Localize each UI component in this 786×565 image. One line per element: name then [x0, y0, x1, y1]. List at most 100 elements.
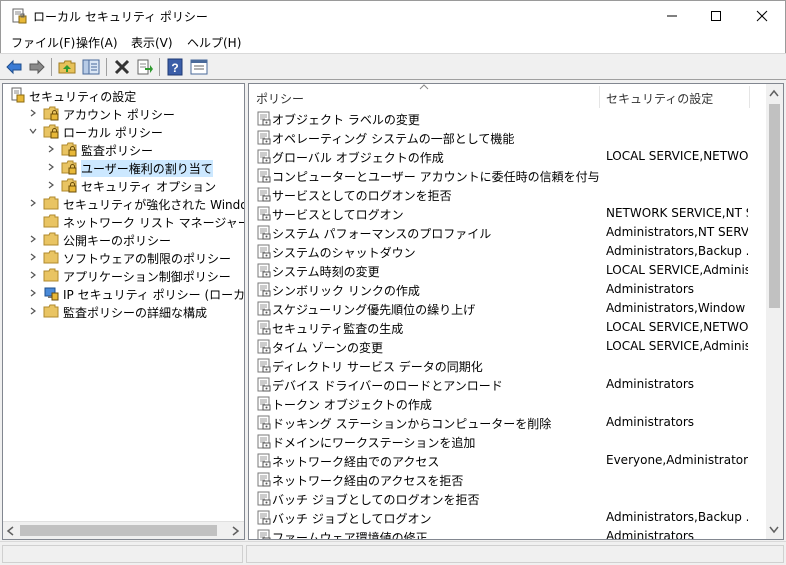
vertical-scrollbar[interactable]: [766, 84, 783, 539]
export-list-icon[interactable]: [136, 58, 154, 76]
table-row[interactable]: オブジェクト ラベルの変更: [249, 109, 767, 128]
table-row[interactable]: ドメインにワークステーションを追加: [249, 432, 767, 451]
policy-setting-icon: [257, 111, 271, 126]
scroll-right-icon[interactable]: [230, 526, 240, 536]
menu-help[interactable]: ヘルプ(H): [187, 34, 241, 51]
vertical-scroll-thumb[interactable]: [769, 104, 780, 308]
tree-item[interactable]: アプリケーション制御ポリシー: [3, 266, 244, 284]
show-hide-tree-icon[interactable]: [82, 58, 100, 76]
table-row[interactable]: セキュリティ監査の生成 LOCAL SERVICE,NETWO...: [249, 318, 767, 337]
policy-name: オブジェクト ラベルの変更: [272, 113, 420, 127]
properties-icon[interactable]: [190, 58, 208, 76]
close-button[interactable]: [739, 1, 785, 31]
tree-item[interactable]: 公開キーのポリシー: [3, 230, 244, 248]
delete-icon[interactable]: [113, 58, 131, 76]
chevron-right-icon[interactable]: [29, 253, 37, 261]
table-row[interactable]: グローバル オブジェクトの作成 LOCAL SERVICE,NETWO...: [249, 147, 767, 166]
policy-security-setting: LOCAL SERVICE,NETWO...: [606, 149, 748, 163]
policy-name: ドッキング ステーションからコンピューターを削除: [272, 417, 552, 431]
table-row[interactable]: システムのシャットダウン Administrators,Backup ...: [249, 242, 767, 261]
scroll-down-icon[interactable]: [769, 524, 779, 534]
table-row[interactable]: システム パフォーマンスのプロファイル Administrators,NT SER…: [249, 223, 767, 242]
back-arrow-icon[interactable]: [5, 58, 23, 76]
menu-view[interactable]: 表示(V): [131, 34, 173, 51]
horizontal-scroll-thumb[interactable]: [20, 525, 217, 536]
policy-name: サービスとしてログオン: [272, 208, 404, 222]
table-row[interactable]: ネットワーク経由のアクセスを拒否: [249, 470, 767, 489]
folder-lock-icon: [43, 124, 59, 139]
tree-item[interactable]: IP セキュリティ ポリシー (ローカル コンピューター): [3, 284, 244, 302]
menu-bar: ファイル(F) 操作(A) 表示(V) ヘルプ(H): [0, 31, 786, 53]
chevron-right-icon[interactable]: [29, 271, 37, 279]
table-row[interactable]: トークン オブジェクトの作成: [249, 394, 767, 413]
maximize-button[interactable]: [693, 1, 739, 31]
table-row[interactable]: デバイス ドライバーのロードとアンロード Administrators: [249, 375, 767, 394]
table-row[interactable]: タイム ゾーンの変更 LOCAL SERVICE,Adminis...: [249, 337, 767, 356]
policy-name: タイム ゾーンの変更: [272, 341, 383, 355]
table-row[interactable]: ファームウェア環境値の修正 Administrators: [249, 527, 767, 539]
horizontal-scrollbar[interactable]: [3, 521, 244, 539]
tree-item[interactable]: セキュリティの設定: [3, 86, 244, 104]
minimize-button[interactable]: [649, 1, 695, 31]
help-icon[interactable]: ?: [166, 58, 184, 76]
forward-arrow-icon[interactable]: [28, 58, 46, 76]
policy-setting-icon: [257, 529, 271, 539]
tree-item[interactable]: セキュリティが強化された Windows Defender: [3, 194, 244, 212]
menu-action[interactable]: 操作(A): [76, 34, 118, 51]
folder-icon: [43, 196, 59, 210]
policy-security-setting: Administrators: [606, 282, 695, 296]
table-row[interactable]: サービスとしてログオン NETWORK SERVICE,NT S...: [249, 204, 767, 223]
table-row[interactable]: オペレーティング システムの一部として機能: [249, 128, 767, 147]
table-row[interactable]: ドッキング ステーションからコンピューターを削除 Administrators: [249, 413, 767, 432]
tree-item[interactable]: ローカル ポリシー: [3, 122, 244, 140]
table-row[interactable]: ディレクトリ サービス データの同期化: [249, 356, 767, 375]
chevron-right-icon[interactable]: [29, 235, 37, 243]
tree-item[interactable]: ソフトウェアの制限のポリシー: [3, 248, 244, 266]
folder-lock-icon: [61, 160, 77, 175]
policy-name: ネットワーク経由のアクセスを拒否: [272, 474, 464, 488]
sort-ascending-icon: [419, 84, 429, 90]
chevron-right-icon[interactable]: [47, 145, 55, 153]
scroll-left-icon[interactable]: [6, 526, 16, 536]
chevron-right-icon[interactable]: [29, 109, 37, 117]
menu-file[interactable]: ファイル(F): [11, 34, 75, 51]
policy-security-setting: LOCAL SERVICE,NETWO...: [606, 320, 748, 334]
scroll-up-icon[interactable]: [769, 89, 779, 99]
tree-item[interactable]: 監査ポリシー: [3, 140, 244, 158]
chevron-right-icon[interactable]: [29, 289, 37, 297]
policy-setting-icon: [257, 263, 271, 278]
folder-lock-icon: [43, 106, 59, 121]
policy-setting-icon: [257, 206, 271, 221]
tree-item[interactable]: アカウント ポリシー: [3, 104, 244, 122]
chevron-right-icon[interactable]: [47, 181, 55, 189]
table-row[interactable]: コンピューターとユーザー アカウントに委任時の信頼を付与: [249, 166, 767, 185]
tree-item[interactable]: 監査ポリシーの詳細な構成: [3, 302, 244, 320]
tree-item[interactable]: ネットワーク リスト マネージャー ポリシー: [3, 212, 244, 230]
table-row[interactable]: バッチ ジョブとしてのログオンを拒否: [249, 489, 767, 508]
up-folder-icon[interactable]: [58, 58, 76, 76]
tree-item[interactable]: ユーザー権利の割り当て: [3, 158, 244, 177]
policy-name: システムのシャットダウン: [272, 246, 416, 260]
tree-item[interactable]: セキュリティ オプション: [3, 176, 244, 194]
policy-setting-icon: [257, 434, 271, 449]
table-row[interactable]: システム時刻の変更 LOCAL SERVICE,Adminis...: [249, 261, 767, 280]
chevron-right-icon[interactable]: [47, 163, 55, 171]
chevron-down-icon[interactable]: [29, 127, 37, 135]
table-row[interactable]: バッチ ジョブとしてログオン Administrators,Backup ...: [249, 508, 767, 527]
chevron-right-icon[interactable]: [29, 199, 37, 207]
policy-setting-icon: [257, 510, 271, 525]
policy-setting-icon: [257, 396, 271, 411]
policy-security-setting: Everyone,Administrators...: [606, 453, 748, 467]
folder-icon: [43, 250, 59, 264]
table-row[interactable]: シンボリック リンクの作成 Administrators: [249, 280, 767, 299]
table-row[interactable]: スケジューリング優先順位の繰り上げ Administrators,Window .…: [249, 299, 767, 318]
table-row[interactable]: サービスとしてのログオンを拒否: [249, 185, 767, 204]
policy-name: シンボリック リンクの作成: [272, 284, 420, 298]
policy-setting-icon: [257, 130, 271, 145]
policy-setting-icon: [257, 339, 271, 354]
title-bar: ローカル セキュリティ ポリシー: [0, 0, 786, 31]
column-header-policy[interactable]: ポリシー: [256, 90, 304, 107]
chevron-right-icon[interactable]: [29, 307, 37, 315]
column-header-security-setting[interactable]: セキュリティの設定: [606, 90, 713, 107]
table-row[interactable]: ネットワーク経由でのアクセス Everyone,Administrators...: [249, 451, 767, 470]
